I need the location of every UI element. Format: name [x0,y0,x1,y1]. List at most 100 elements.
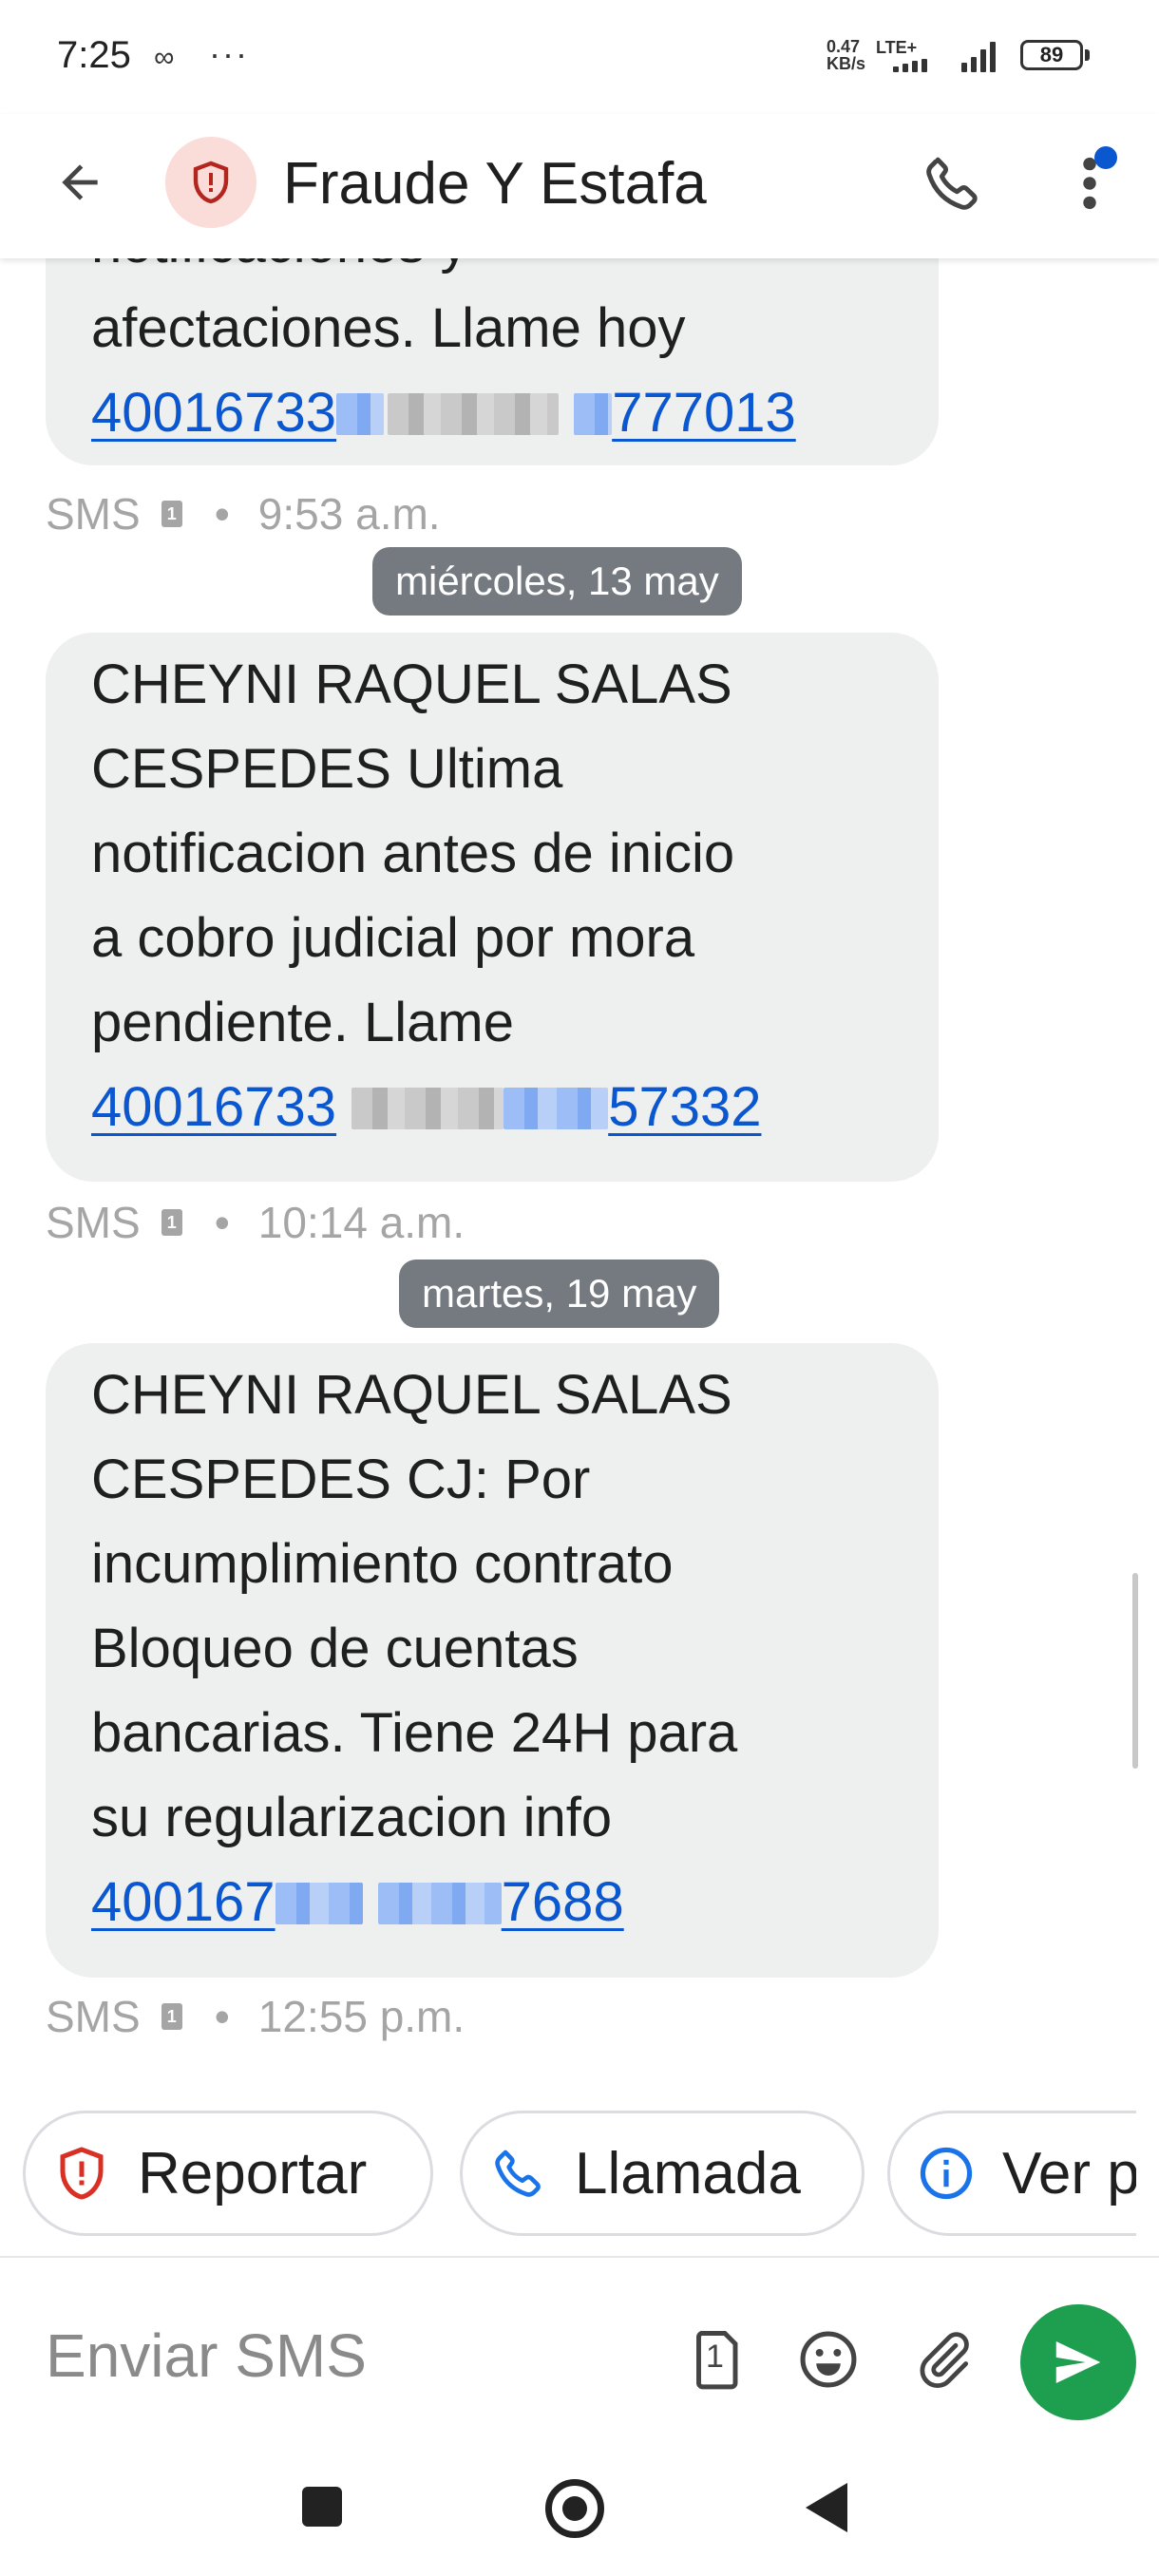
message-line: su regularizacion info [91,1787,613,1848]
sim-badge: 1 [706,2339,724,2375]
back-button[interactable] [42,144,118,220]
network-speed-unit: KB/s [826,54,866,73]
message-input[interactable] [46,2308,654,2403]
phone-link[interactable]: 40016733 777013 [91,370,893,455]
conversation-list[interactable]: notificaciones y afectaciones. Llame hoy… [0,258,1159,2253]
view-chip-label: Ver p [1002,2140,1136,2207]
message-line: notificaciones y [91,258,893,286]
phone-link-suffix[interactable]: 57332 [608,1076,761,1138]
phone-link-prefix[interactable]: 400167 [91,1871,276,1933]
message-line: pendiente. Llame [91,992,514,1053]
separator-dot: • [214,489,230,539]
phone-link-suffix-wrap[interactable]: 777013 [574,382,796,444]
status-time: 7:25 [57,34,131,76]
phone-link[interactable]: 40016733 57332 [91,1065,893,1149]
emoji-button[interactable] [787,2318,870,2401]
message-type: SMS [46,1198,141,1247]
report-chip[interactable]: Reportar [23,2111,433,2236]
date-chip: martes, 19 may [399,1260,720,1328]
redacted-digits [574,393,613,435]
voicemail-icon: ∞ [154,42,175,73]
phone-link[interactable]: 400167 7688 [91,1860,893,1944]
call-chip-label: Llamada [575,2140,801,2207]
message-time: 12:55 p.m. [257,1992,466,2041]
redacted-digits [388,393,560,435]
message-line: bancarias. Tiene 24H para [91,1702,738,1764]
view-chip[interactable]: Ver p [887,2111,1136,2236]
sim-icon [161,2003,182,2030]
message-bubble[interactable]: CHEYNI RAQUEL SALAS CESPEDES CJ: Por inc… [46,1343,939,1978]
arrow-back-icon [62,164,98,200]
app-bar: Fraude Y Estafa [0,114,1159,258]
more-notifications-icon: ··· [209,34,249,73]
message-line: CESPEDES Ultima [91,738,563,800]
info-icon [915,2142,978,2205]
message-line: CHEYNI RAQUEL SALAS [91,1364,732,1426]
shield-alert-icon [193,161,229,204]
redacted-digits [336,393,385,435]
phone-link-prefix-wrap[interactable]: 400167 [91,1871,363,1933]
phone-link-suffix-wrap[interactable]: 7688 [377,1871,624,1933]
sim-icon [161,501,182,527]
message-line: incumplimiento contrato [91,1533,674,1595]
avatar[interactable] [165,137,256,228]
system-back-button[interactable] [806,2483,847,2532]
send-icon [1055,2341,1101,2383]
report-chip-label: Reportar [138,2140,368,2207]
sim-select-button[interactable]: 1 [673,2318,756,2401]
call-chip[interactable]: Llamada [460,2111,864,2236]
suggestion-chips: Reportar Llamada Ver p [23,2111,1136,2244]
attach-button[interactable] [902,2318,986,2401]
shield-alert-icon [50,2142,113,2205]
separator-dot: • [214,1992,230,2041]
message-line: a cobro judicial por mora [91,907,695,969]
message-line: Bloqueo de cuentas [91,1618,579,1679]
message-line: CHEYNI RAQUEL SALAS [91,653,732,715]
phone-icon [926,157,978,210]
phone-icon [487,2142,550,2205]
redacted-digits [377,1883,502,1924]
signal-strength-icon [893,59,927,72]
message-time: 10:14 a.m. [257,1198,466,1247]
paperclip-icon [920,2332,969,2389]
battery-icon: 89 [1020,40,1083,70]
home-button[interactable] [545,2479,604,2538]
phone-link-prefix[interactable]: 40016733 [91,1076,336,1138]
compose-divider [0,2256,1159,2258]
separator-dot: • [214,1198,230,1247]
network-speed: 0.47 KB/s [826,38,865,72]
network-type: LTE+ [876,38,918,57]
call-button[interactable] [910,141,996,226]
network-speed-value: 0.47 [826,37,861,56]
notification-badge [1094,146,1117,169]
redacted-digits [275,1883,363,1924]
scrollbar[interactable] [1132,1573,1138,1769]
date-chip: miércoles, 13 may [372,547,742,616]
message-meta: SMS • 12:55 p.m. [46,1991,465,2042]
message-line: notificacion antes de inicio [91,823,735,884]
redacted-digits [504,1088,609,1129]
send-button[interactable] [1020,2304,1136,2420]
phone-link-suffix[interactable]: 7688 [502,1871,624,1933]
redacted-digits [352,1088,504,1129]
sim-icon [161,1209,182,1236]
message-bubble[interactable]: notificaciones y afectaciones. Llame hoy… [46,258,939,465]
message-line: afectaciones. Llame hoy [91,297,686,359]
message-bubble[interactable]: CHEYNI RAQUEL SALAS CESPEDES Ultima noti… [46,633,939,1182]
emoji-icon [800,2331,857,2388]
phone-link-suffix[interactable]: 777013 [612,382,796,444]
phone-link-prefix[interactable]: 40016733 [91,382,336,444]
phone-link-suffix-wrap[interactable]: 57332 [504,1076,761,1138]
recents-button[interactable] [302,2487,342,2527]
message-meta: SMS • 10:14 a.m. [46,1197,465,1248]
battery-tip [1085,49,1090,61]
signal-strength-icon [961,42,996,72]
status-bar: 7:25 ∞ ··· 0.47 KB/s LTE+ 89 [0,0,1159,114]
battery-level: 89 [1039,43,1064,66]
message-meta: SMS • 9:53 a.m. [46,488,441,540]
message-type: SMS [46,1992,141,2041]
message-line: CESPEDES CJ: Por [91,1449,591,1510]
contact-name[interactable]: Fraude Y Estafa [283,150,707,218]
message-type: SMS [46,489,141,539]
message-time: 9:53 a.m. [257,489,441,539]
